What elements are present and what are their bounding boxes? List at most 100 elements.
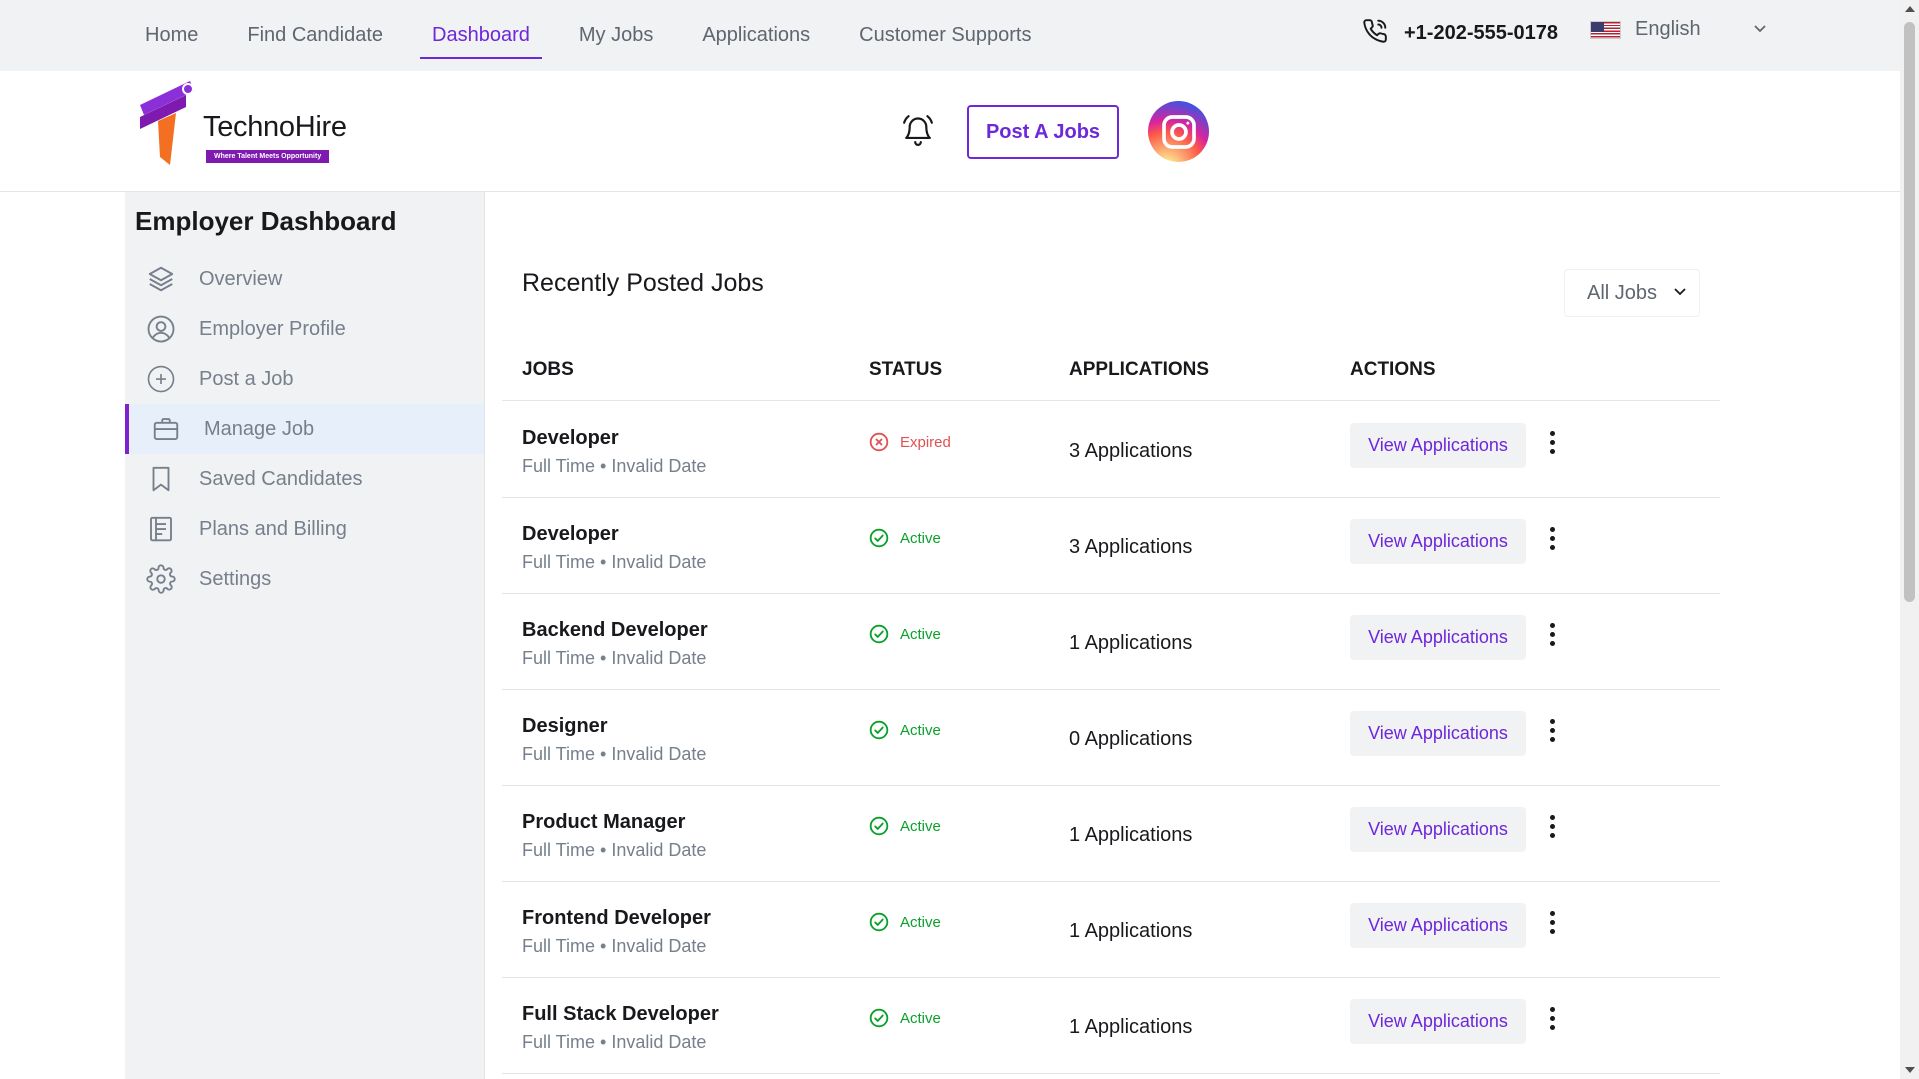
column-header-applications: APPLICATIONS (1069, 359, 1210, 380)
logo-mark-icon (140, 81, 194, 165)
phone-call-icon (1362, 18, 1388, 49)
check-circle-icon (869, 912, 889, 932)
status-badge: Expired (869, 432, 951, 452)
user-circle-icon (147, 315, 175, 343)
language-label: English (1635, 18, 1701, 40)
receipt-icon (150, 516, 172, 542)
nav-customer-supports[interactable]: Customer Supports (847, 0, 1043, 71)
more-options-icon[interactable] (1543, 523, 1561, 553)
applications-count: 1 Applications (1069, 824, 1193, 846)
check-circle-icon (869, 816, 889, 836)
applications-count: 1 Applications (1069, 632, 1193, 654)
sidebar-item-employer-profile[interactable]: Employer Profile (125, 304, 484, 354)
bell-icon[interactable] (901, 113, 935, 154)
table-row: Product Manager Full Time • Invalid Date A… (502, 786, 1720, 882)
table-row: Frontend Developer Full Time • Invalid Da… (502, 882, 1720, 978)
phone-number: +1-202-555-0178 (1404, 22, 1559, 44)
table-row: Developer Full Time • Invalid Date Expired… (502, 402, 1720, 498)
more-options-icon[interactable] (1543, 811, 1561, 841)
applications-count: 0 Applications (1069, 728, 1193, 750)
jobs-filter-select[interactable]: All Jobs (1564, 269, 1700, 317)
job-meta: Full Time • Invalid Date (522, 552, 707, 572)
column-header-jobs: JOBS (522, 359, 574, 380)
applications-count: 3 Applications (1069, 440, 1193, 462)
chevron-down-icon (1753, 21, 1767, 39)
table-header: JOBS STATUS APPLICATIONS ACTIONS (502, 337, 1720, 401)
check-circle-icon (869, 528, 889, 548)
view-applications-button[interactable]: View Applications (1350, 423, 1526, 468)
sidebar-item-label: Overview (199, 267, 283, 290)
view-applications-button[interactable]: View Applications (1350, 615, 1526, 660)
sidebar-item-label: Employer Profile (199, 317, 346, 340)
job-meta: Full Time • Invalid Date (522, 840, 707, 860)
status-label: Active (900, 625, 941, 643)
bookmark-icon (152, 466, 170, 492)
scroll-up-arrow-icon[interactable] (1905, 6, 1915, 12)
job-title: Product Manager (522, 811, 686, 833)
job-title: Designer (522, 715, 608, 737)
table-row: Designer Full Time • Invalid Date Active 0 … (502, 690, 1720, 786)
job-title: Backend Developer (522, 619, 708, 641)
sidebar-item-saved-candidates[interactable]: Saved Candidates (125, 454, 484, 504)
job-meta: Full Time • Invalid Date (522, 744, 707, 764)
sidebar-item-settings[interactable]: Settings (125, 554, 484, 604)
status-label: Active (900, 721, 941, 739)
sidebar-item-label: Plans and Billing (199, 517, 347, 540)
job-title: Full Stack Developer (522, 1003, 719, 1025)
more-options-icon[interactable] (1543, 427, 1561, 457)
view-applications-button[interactable]: View Applications (1350, 519, 1526, 564)
sidebar-item-plans-and-billing[interactable]: Plans and Billing (125, 504, 484, 554)
nav-applications[interactable]: Applications (690, 0, 822, 71)
page-scrollbar[interactable] (1900, 0, 1919, 1079)
view-applications-button[interactable]: View Applications (1350, 999, 1526, 1044)
site-header: TechnoHire Where Talent Meets Opportunit… (0, 71, 1900, 192)
job-meta: Full Time • Invalid Date (522, 648, 707, 668)
job-title: Developer (522, 523, 619, 545)
job-title: Frontend Developer (522, 907, 711, 929)
more-options-icon[interactable] (1543, 619, 1561, 649)
scroll-down-arrow-icon[interactable] (1905, 1067, 1915, 1073)
more-options-icon[interactable] (1543, 907, 1561, 937)
section-title: Recently Posted Jobs (522, 269, 764, 297)
status-label: Active (900, 529, 941, 547)
technohire-logo[interactable]: TechnoHire Where Talent Meets Opportunit… (136, 77, 356, 167)
view-applications-button[interactable]: View Applications (1350, 711, 1526, 756)
sidebar-item-label: Post a Job (199, 367, 294, 390)
more-options-icon[interactable] (1543, 715, 1561, 745)
instagram-icon[interactable] (1148, 101, 1209, 162)
sidebar-item-manage-job[interactable]: Manage Job (125, 404, 484, 454)
sidebar-item-post-a-job[interactable]: Post a Job (125, 354, 484, 404)
job-meta: Full Time • Invalid Date (522, 936, 707, 956)
view-applications-button[interactable]: View Applications (1350, 903, 1526, 948)
plus-circle-icon (147, 365, 175, 393)
nav-dashboard[interactable]: Dashboard (420, 0, 542, 71)
column-header-actions: ACTIONS (1350, 359, 1436, 380)
post-job-button[interactable]: Post A Jobs (967, 105, 1119, 159)
scrollbar-thumb[interactable] (1904, 22, 1915, 602)
table-row: Developer Full Time • Invalid Date Active 3… (502, 498, 1720, 594)
phone-contact[interactable]: +1-202-555-0178 (1362, 18, 1558, 49)
nav-find-candidate[interactable]: Find Candidate (235, 0, 395, 71)
status-badge: Active (869, 624, 941, 644)
check-circle-icon (869, 624, 889, 644)
layers-icon (148, 266, 174, 292)
status-badge: Active (869, 816, 941, 836)
nav-my-jobs[interactable]: My Jobs (567, 0, 665, 71)
language-selector[interactable]: English (1590, 18, 1767, 41)
more-options-icon[interactable] (1543, 1003, 1561, 1033)
job-meta: Full Time • Invalid Date (522, 456, 707, 476)
status-badge: Active (869, 528, 941, 548)
brand-tagline: Where Talent Meets Opportunity (206, 150, 330, 163)
status-badge: Active (869, 1008, 941, 1028)
status-label: Active (900, 817, 941, 835)
table-row: Full Stack Developer Full Time • Invalid … (502, 978, 1720, 1074)
gear-icon (146, 564, 176, 594)
sidebar-item-overview[interactable]: Overview (125, 254, 484, 304)
applications-count: 1 Applications (1069, 920, 1193, 942)
sidebar-item-label: Settings (199, 567, 272, 590)
view-applications-button[interactable]: View Applications (1350, 807, 1526, 852)
sidebar: Employer Dashboard Overview Employer Pro… (125, 192, 485, 1079)
nav-home[interactable]: Home (133, 0, 210, 71)
check-circle-icon (869, 720, 889, 740)
status-label: Expired (900, 433, 951, 451)
